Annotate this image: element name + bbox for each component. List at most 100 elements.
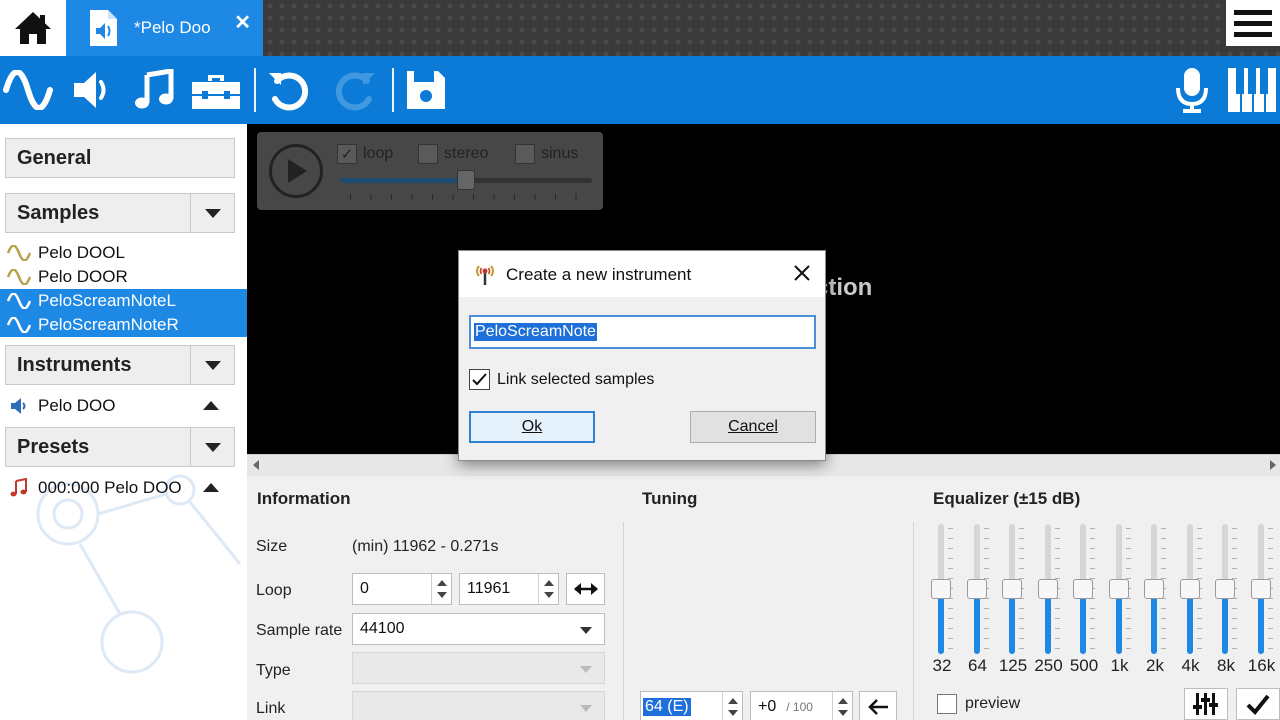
volume-slider[interactable]: [340, 170, 592, 190]
sample-rate-select[interactable]: 44100: [352, 613, 605, 645]
spin-down-icon[interactable]: [727, 710, 738, 716]
eq-slider-handle[interactable]: [1250, 579, 1271, 599]
play-button[interactable]: [269, 144, 323, 198]
type-select[interactable]: [352, 652, 605, 684]
close-tab-icon[interactable]: ✕: [234, 10, 251, 35]
checkmark-icon: ✓: [340, 146, 354, 163]
presets-header[interactable]: Presets: [5, 427, 235, 467]
eq-band-slider[interactable]: [1178, 524, 1204, 654]
root-key-spinbox[interactable]: 64 (E): [640, 691, 743, 720]
spin-up-icon[interactable]: [837, 698, 848, 704]
instrument-name-input[interactable]: PeloScreamNote: [469, 315, 816, 349]
eq-slider-handle[interactable]: [1144, 579, 1164, 599]
save-button[interactable]: [400, 65, 452, 115]
tuning-back-button[interactable]: [859, 691, 897, 720]
samples-editor-button[interactable]: [2, 65, 54, 115]
chevron-down-icon: [204, 208, 221, 218]
tuning-title: Tuning: [642, 489, 698, 508]
volume-slider-fill: [340, 178, 466, 183]
samples-header[interactable]: Samples: [5, 193, 235, 233]
link-samples-checkbox[interactable]: Link selected samples: [469, 369, 654, 390]
eq-band-slider[interactable]: [1107, 524, 1133, 654]
sample-name: Pelo DOOR: [38, 267, 128, 286]
stereo-check-box: [418, 144, 438, 164]
eq-slider-handle[interactable]: [966, 579, 987, 599]
sample-item[interactable]: Pelo DOOR: [0, 265, 247, 289]
stereo-checkbox[interactable]: stereo: [418, 144, 488, 164]
eq-band-slider[interactable]: [1249, 524, 1275, 654]
volume-slider-handle[interactable]: [457, 170, 475, 190]
eq-band-slider[interactable]: [965, 524, 991, 654]
close-icon[interactable]: [791, 262, 813, 284]
ok-button[interactable]: Ok: [469, 411, 595, 443]
spin-arrows[interactable]: [538, 574, 558, 604]
document-tab[interactable]: *Pelo Doo ✕: [66, 0, 263, 56]
spin-down-icon[interactable]: [837, 710, 848, 716]
instrument-item[interactable]: Pelo DOO: [0, 394, 247, 418]
preview-checkbox[interactable]: preview: [937, 694, 1020, 714]
eq-band-slider[interactable]: [1213, 524, 1239, 654]
main-menu-button[interactable]: [1226, 0, 1280, 46]
spin-up-icon[interactable]: [543, 580, 554, 586]
type-label: Type: [256, 662, 291, 679]
eq-slider-handle[interactable]: [931, 579, 951, 599]
eq-band-slider[interactable]: [929, 524, 955, 654]
home-tab[interactable]: [0, 0, 66, 56]
recorder-button[interactable]: [1166, 65, 1218, 115]
arrow-left-icon: [868, 699, 888, 715]
spin-down-icon[interactable]: [543, 592, 554, 598]
eq-band-slider[interactable]: [1142, 524, 1168, 654]
eq-slider-handle[interactable]: [1215, 579, 1235, 599]
collapse-arrow-icon[interactable]: [203, 483, 219, 492]
spin-down-icon[interactable]: [436, 592, 447, 598]
sample-name: PeloScreamNoteL: [38, 291, 176, 310]
spin-up-icon[interactable]: [436, 580, 447, 586]
sample-item[interactable]: Pelo DOOL: [0, 241, 247, 265]
eq-band-slider[interactable]: [1071, 524, 1097, 654]
equalizer-reset-button[interactable]: [1184, 688, 1228, 720]
eq-slider-handle[interactable]: [1002, 579, 1022, 599]
undo-button[interactable]: [262, 65, 314, 115]
mixer-sliders-icon: [1193, 693, 1218, 715]
scroll-left-arrow-icon[interactable]: [253, 460, 259, 470]
keyboard-button[interactable]: [1226, 65, 1278, 115]
redo-button[interactable]: [330, 65, 382, 115]
instruments-dropdown-button[interactable]: [190, 346, 234, 384]
preset-item[interactable]: 000:000 Pelo DOO: [0, 476, 247, 500]
eq-band-label: 250: [1034, 656, 1063, 675]
loop-start-spinbox[interactable]: 0: [352, 573, 452, 605]
sinus-checkbox[interactable]: sinus: [515, 144, 578, 164]
equalizer-apply-button[interactable]: [1236, 688, 1280, 720]
general-header[interactable]: General: [5, 138, 235, 178]
correction-spinbox[interactable]: +0 / 100: [750, 691, 853, 720]
instruments-header[interactable]: Instruments: [5, 345, 235, 385]
sample-item[interactable]: PeloScreamNoteR: [0, 313, 247, 337]
eq-band-slider[interactable]: [1000, 524, 1026, 654]
eq-slider-handle[interactable]: [1037, 579, 1058, 599]
spin-arrows[interactable]: [722, 692, 742, 720]
loop-full-button[interactable]: [566, 573, 605, 605]
spin-up-icon[interactable]: [727, 698, 738, 704]
spin-arrows[interactable]: [431, 574, 451, 604]
loop-check-box: ✓: [337, 144, 357, 164]
eq-slider-handle[interactable]: [1179, 579, 1200, 599]
loop-checkbox[interactable]: ✓ loop: [337, 144, 393, 164]
samples-dropdown-button[interactable]: [190, 194, 234, 232]
cancel-button[interactable]: Cancel: [690, 411, 816, 443]
collapse-arrow-icon[interactable]: [203, 401, 219, 410]
sinus-check-box: [515, 144, 535, 164]
sample-item[interactable]: PeloScreamNoteL: [0, 289, 247, 313]
eq-slider-handle[interactable]: [1108, 579, 1129, 599]
scroll-right-arrow-icon[interactable]: [1270, 460, 1276, 470]
instruments-editor-button[interactable]: [64, 65, 116, 115]
loop-end-spinbox[interactable]: 11961: [459, 573, 559, 605]
presets-editor-button[interactable]: [128, 65, 180, 115]
eq-band-slider[interactable]: [1036, 524, 1062, 654]
eq-slider-handle[interactable]: [1073, 579, 1093, 599]
presets-dropdown-button[interactable]: [190, 428, 234, 466]
link-select[interactable]: [352, 691, 605, 720]
spin-arrows[interactable]: [832, 692, 852, 720]
tools-button[interactable]: [190, 65, 242, 115]
size-value: (min) 11962 - 0.271s: [352, 538, 499, 555]
tab-bar: *Pelo Doo ✕: [0, 0, 1280, 56]
